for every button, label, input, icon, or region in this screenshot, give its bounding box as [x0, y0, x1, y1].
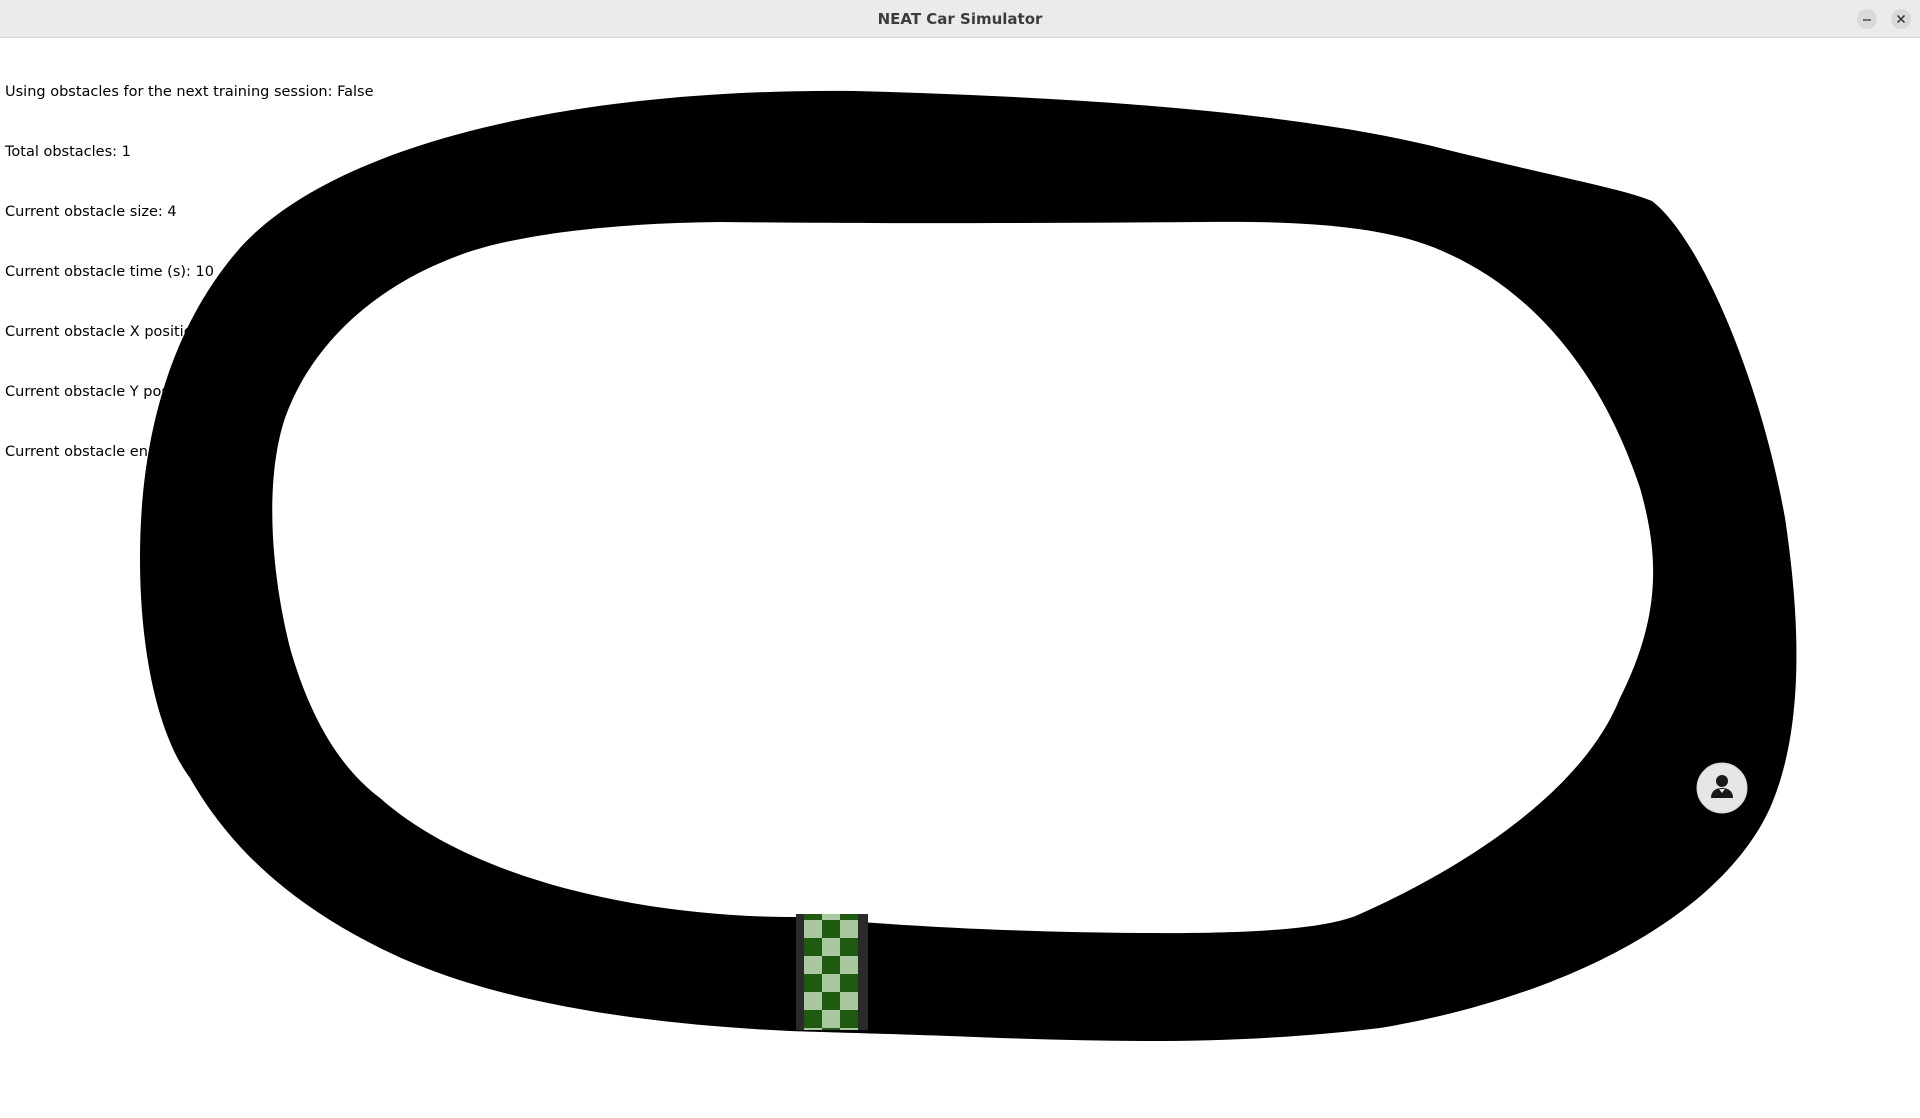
close-button[interactable] — [1891, 9, 1911, 29]
obstacle-enabled-text: Current obstacle enabled: True — [5, 444, 229, 460]
obstacle-info-panel: Using obstacles for the next training se… — [5, 42, 374, 502]
obstacle-time-text: Current obstacle time (s): 10 — [5, 264, 214, 280]
app-window: NEAT Car Simulator Using obstacles for t… — [0, 0, 1920, 1118]
window-title: NEAT Car Simulator — [877, 10, 1043, 28]
car-marker-icon — [1696, 762, 1748, 814]
simulation-canvas[interactable]: Using obstacles for the next training se… — [0, 38, 1920, 1118]
finish-line — [804, 914, 858, 1030]
title-bar[interactable]: NEAT Car Simulator — [0, 0, 1920, 38]
car-marker[interactable] — [1696, 762, 1748, 814]
obstacle-x-position-text: Current obstacle X position: 0 — [5, 324, 221, 340]
total-obstacles-text: Total obstacles: 1 — [5, 144, 131, 160]
obstacle-y-position-text: Current obstacle Y position: 0 — [5, 384, 220, 400]
finish-line-edge-left — [796, 914, 804, 1030]
obstacle-size-text: Current obstacle size: 4 — [5, 204, 177, 220]
close-icon — [1896, 14, 1906, 24]
obstacles-usage-text: Using obstacles for the next training se… — [5, 84, 374, 100]
finish-line-edge-right — [858, 914, 868, 1030]
track-surface — [140, 90, 1797, 1041]
minimize-button[interactable] — [1857, 9, 1877, 29]
minimize-icon — [1863, 19, 1871, 21]
